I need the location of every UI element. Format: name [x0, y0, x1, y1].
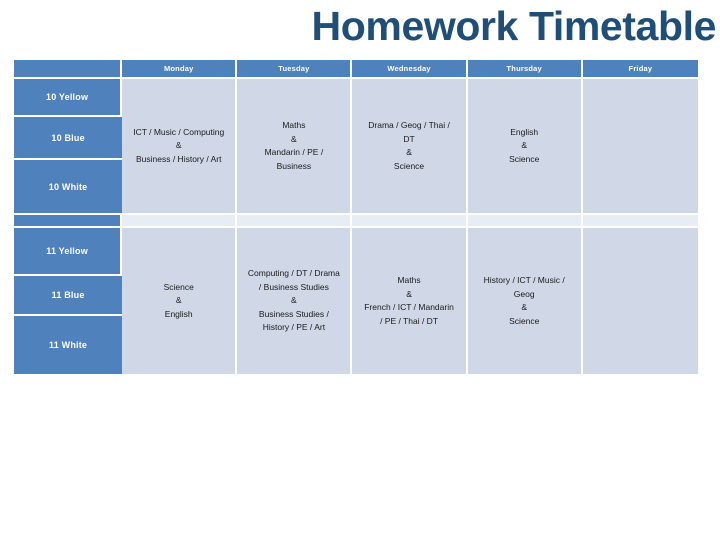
cell-line: Maths [397, 275, 421, 285]
cell-line: & [521, 140, 528, 151]
block-spacer-cell-thursday [467, 215, 583, 228]
cell-line: Science [509, 315, 540, 326]
cell-year11-tuesday: Computing / DT / Drama / Business Studies… [237, 228, 353, 376]
cell-year10-friday [582, 79, 698, 215]
cell-line: French / ICT / Mandarin [364, 302, 454, 312]
table-corner-cell [14, 60, 123, 79]
cell-line: & [291, 295, 297, 306]
cell-year11-wednesday: Maths & French / ICT / Mandarin / PE / Thai… [352, 228, 468, 376]
cell-line: History / ICT / Music / [483, 275, 565, 285]
table-row: 10 Yellow ICT / Music / Computing & Busines… [14, 79, 698, 215]
cell-line: Drama / Geog / Thai / [368, 120, 450, 130]
cell-line: / PE / Thai / DT [380, 315, 439, 326]
cell-year10-wednesday: Drama / Geog / Thai / DT & Science [352, 79, 468, 215]
row-label-10-blue: 10 Blue [14, 117, 123, 160]
cell-line: & [406, 288, 412, 299]
cell-line: & [175, 295, 182, 306]
cell-line: & [175, 140, 182, 151]
cell-line: Business Studies / [258, 308, 329, 319]
cell-year11-thursday: History / ICT / Music / Geog & Science [467, 228, 583, 376]
block-spacer-cell-tuesday [237, 215, 353, 228]
block-spacer-cell-wednesday [352, 215, 468, 228]
cell-line: Maths [282, 120, 306, 130]
day-header-monday: Monday [122, 60, 238, 79]
table-row: 11 Yellow Science & English Computing / DT /… [14, 228, 698, 376]
cell-line: & [406, 147, 412, 157]
day-header-tuesday: Tuesday [237, 60, 353, 79]
page-title: Homework Timetable [311, 3, 717, 49]
block-spacer-cell-friday [582, 215, 698, 228]
cell-line: Science [393, 160, 425, 171]
cell-line: & [521, 302, 528, 312]
cell-line: Science [163, 281, 194, 292]
cell-line: Geog [513, 288, 535, 299]
cell-line: Business [276, 160, 312, 171]
cell-line: & [291, 133, 297, 144]
cell-line: DT [403, 133, 415, 144]
homework-timetable: Monday Tuesday Wednesday Thursday Friday 10 Y… [14, 60, 698, 376]
table-header-row: Monday Tuesday Wednesday Thursday Friday [14, 60, 698, 79]
cell-line: Mandarin / PE / [264, 147, 324, 157]
row-label-10-white: 10 White [14, 160, 123, 215]
block-spacer-row [14, 215, 698, 228]
cell-line: Business / History / Art [135, 153, 222, 164]
cell-line: English [510, 126, 539, 137]
row-label-11-white: 11 White [14, 316, 123, 376]
cell-line: English [164, 308, 193, 319]
block-spacer-cell-monday [122, 215, 238, 228]
row-label-10-yellow: 10 Yellow [14, 79, 123, 117]
row-label-11-blue: 11 Blue [14, 276, 123, 316]
cell-year10-tuesday: Maths & Mandarin / PE / Business [237, 79, 353, 215]
cell-line: Science [509, 153, 540, 164]
day-header-thursday: Thursday [467, 60, 583, 79]
row-label-11-yellow: 11 Yellow [14, 228, 123, 276]
cell-line: / Business Studies [258, 281, 329, 292]
cell-year10-thursday: English & Science [467, 79, 583, 215]
day-header-friday: Friday [582, 60, 698, 79]
slide-canvas: Homework Timetable Monday Tuesday Wednesda… [0, 0, 720, 540]
cell-year11-monday: Science & English [122, 228, 238, 376]
day-header-wednesday: Wednesday [352, 60, 468, 79]
cell-line: ICT / Music / Computing [133, 126, 225, 137]
cell-line: History / PE / Art [262, 322, 326, 333]
block-spacer-label-cell [14, 215, 123, 228]
cell-year11-friday [582, 228, 698, 376]
cell-year10-monday: ICT / Music / Computing & Business / Histo… [122, 79, 238, 215]
cell-line: Computing / DT / Drama [247, 268, 340, 279]
